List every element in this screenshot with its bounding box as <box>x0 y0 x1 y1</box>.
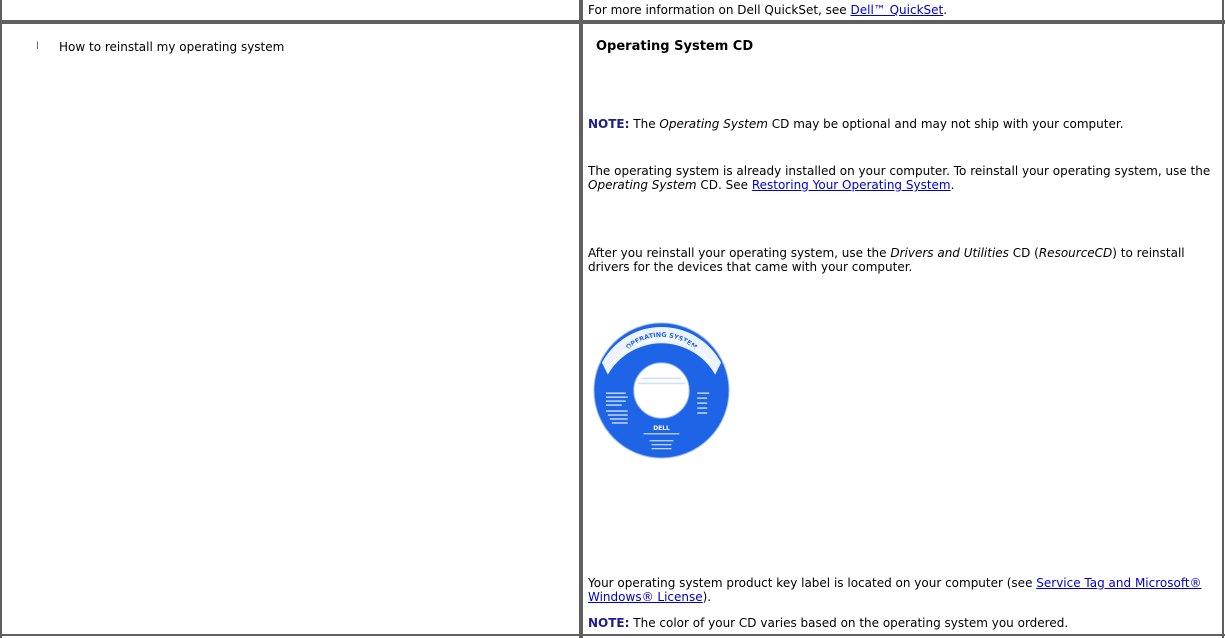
os-cd-image: OPERATING SYSTEM ALREADY INSTALLED ON YO… <box>593 322 730 459</box>
note1-pre: The <box>629 117 660 131</box>
para1-post: . <box>950 178 955 192</box>
para2-italic2: ResourceCD <box>1038 246 1113 260</box>
para3-pre: Your operating system product key label … <box>588 576 1037 590</box>
note-label: NOTE: <box>588 117 630 131</box>
table-border-left <box>0 0 2 638</box>
note1-post: CD may be optional and may not ship with… <box>767 117 1124 131</box>
cd-dell-logo: DELL <box>653 425 670 432</box>
cd-hole <box>633 362 690 419</box>
note2-label: NOTE: <box>588 616 630 630</box>
note1-italic: Operating System <box>659 117 768 131</box>
list-item-reinstall-os: How to reinstall my operating system <box>59 40 285 54</box>
paragraph-drivers-utilities: After you reinstall your operating syste… <box>588 246 1208 274</box>
quickset-info-text: For more information on Dell QuickSet, s… <box>588 3 947 17</box>
list-bullet: l <box>36 41 39 52</box>
row-divider <box>0 20 1225 24</box>
para2-pre: After you reinstall your operating syste… <box>588 246 891 260</box>
para2-italic1: Drivers and Utilities <box>890 246 1009 260</box>
column-divider <box>579 0 583 638</box>
paragraph-product-key: Your operating system product key label … <box>588 576 1218 604</box>
paragraph-already-installed: The operating system is already installe… <box>588 164 1213 192</box>
para3-post: ). <box>702 590 712 604</box>
quickset-suffix: . <box>943 3 948 17</box>
note2-text: The color of your CD varies based on the… <box>629 616 1069 630</box>
para1-pre: The operating system is already installe… <box>588 164 1211 178</box>
content-table: For more information on Dell QuickSet, s… <box>0 0 1225 638</box>
note-cd-color: NOTE: The color of your CD varies based … <box>588 616 1218 630</box>
section-heading: Operating System CD <box>596 39 754 54</box>
table-border-bottom <box>0 634 1225 636</box>
table-border-right <box>1222 0 1224 638</box>
para1-mid: CD. See <box>696 178 752 192</box>
para2-mid: CD ( <box>1008 246 1039 260</box>
dell-quickset-link[interactable]: Dell™ QuickSet <box>851 3 944 17</box>
quickset-prefix: For more information on Dell QuickSet, s… <box>588 3 851 17</box>
para1-italic: Operating System <box>588 178 697 192</box>
note-optional-cd: NOTE: The Operating System CD may be opt… <box>588 117 1188 131</box>
restoring-os-link[interactable]: Restoring Your Operating System <box>752 178 951 192</box>
